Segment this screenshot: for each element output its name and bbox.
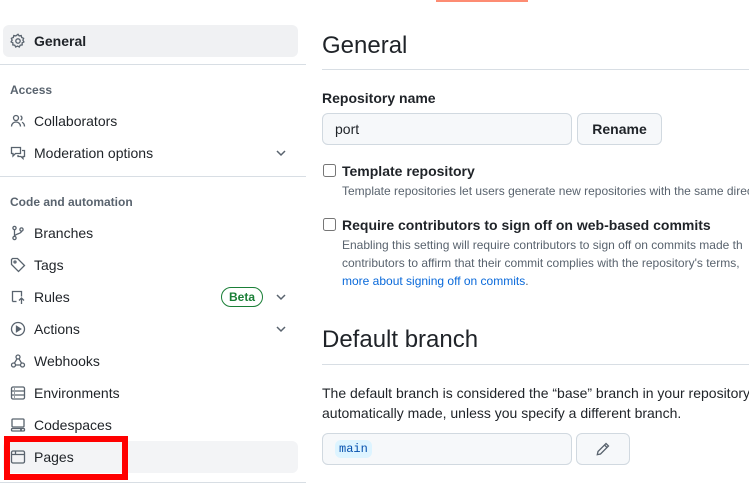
sidebar-item-label: Pages — [34, 449, 74, 465]
gear-icon — [10, 33, 26, 49]
signoff-description-line-2: contributors to affirm that their commit… — [342, 256, 740, 270]
sidebar-item-label: Rules — [34, 289, 70, 305]
sidebar-item-label: Actions — [34, 321, 80, 337]
sidebar-item-codespaces[interactable]: Codespaces — [3, 409, 298, 441]
signoff-description-line-3: more about signing off on commits. — [342, 274, 529, 288]
beta-badge: Beta — [220, 287, 263, 307]
repository-name-label: Repository name — [322, 90, 436, 106]
template-repository-description: Template repositories let users generate… — [342, 184, 749, 198]
default-branch-name: main — [335, 440, 372, 458]
sidebar-item-general[interactable]: General — [3, 25, 298, 57]
section-divider — [322, 364, 749, 365]
sidebar-item-environments[interactable]: Environments — [3, 377, 298, 409]
chevron-down-icon[interactable] — [273, 145, 289, 161]
default-branch-field: main — [322, 433, 572, 465]
sidebar-item-pages[interactable]: Pages — [3, 441, 298, 473]
section-divider — [322, 69, 749, 70]
template-repository-title: Template repository — [342, 163, 475, 179]
browser-icon — [10, 449, 26, 465]
sidebar-item-actions[interactable]: Actions — [3, 313, 298, 345]
sidebar-divider — [0, 176, 306, 177]
default-branch-description-line-1: The default branch is considered the “ba… — [322, 385, 749, 401]
signoff-title: Require contributors to sign off on web-… — [342, 217, 711, 233]
play-icon — [10, 321, 26, 337]
section-heading-access: Access — [10, 83, 53, 97]
default-branch-title: Default branch — [322, 326, 479, 353]
settings-sidebar: General Access Collaborators Moderation … — [0, 0, 306, 485]
sidebar-item-label: Environments — [34, 385, 120, 401]
webhook-icon — [10, 353, 26, 369]
settings-main: General Repository name Rename Template … — [322, 0, 749, 485]
page-title: General — [322, 32, 408, 59]
chevron-down-icon[interactable] — [273, 289, 289, 305]
default-branch-description-line-2: automatically made, unless you specify a… — [322, 405, 682, 421]
git-branch-icon — [10, 225, 26, 241]
server-icon — [10, 385, 26, 401]
sidebar-item-collaborators[interactable]: Collaborators — [3, 105, 298, 137]
sidebar-item-label: Tags — [34, 257, 64, 273]
pencil-icon — [595, 441, 611, 457]
rename-button[interactable]: Rename — [577, 113, 662, 145]
sidebar-divider — [0, 482, 306, 483]
sidebar-item-label: General — [34, 33, 87, 49]
codespaces-icon — [10, 417, 26, 433]
repo-push-icon — [10, 289, 26, 305]
sidebar-item-label: Collaborators — [34, 113, 118, 129]
sidebar-item-webhooks[interactable]: Webhooks — [3, 345, 298, 377]
sidebar-item-rules[interactable]: Rules Beta — [3, 281, 298, 313]
sidebar-item-label: Codespaces — [34, 417, 112, 433]
edit-default-branch-button[interactable] — [576, 433, 630, 465]
signoff-learn-more-link[interactable]: more about signing off on commits — [342, 274, 525, 288]
tag-icon — [10, 257, 26, 273]
sidebar-item-moderation-options[interactable]: Moderation options — [3, 137, 298, 169]
signoff-checkbox[interactable] — [323, 218, 336, 231]
sidebar-item-label: Webhooks — [34, 353, 100, 369]
section-heading-code-and-automation: Code and automation — [10, 195, 133, 209]
repository-name-input[interactable] — [322, 113, 572, 145]
sidebar-item-label: Branches — [34, 225, 94, 241]
signoff-description-line-1: Enabling this setting will require contr… — [342, 238, 743, 252]
comment-discussion-icon — [10, 145, 26, 161]
sidebar-divider — [0, 64, 306, 65]
people-icon — [10, 113, 26, 129]
sidebar-item-branches[interactable]: Branches — [3, 217, 298, 249]
template-repository-checkbox[interactable] — [323, 164, 336, 177]
sidebar-item-label: Moderation options — [34, 145, 154, 161]
sidebar-item-tags[interactable]: Tags — [3, 249, 298, 281]
chevron-down-icon[interactable] — [273, 321, 289, 337]
